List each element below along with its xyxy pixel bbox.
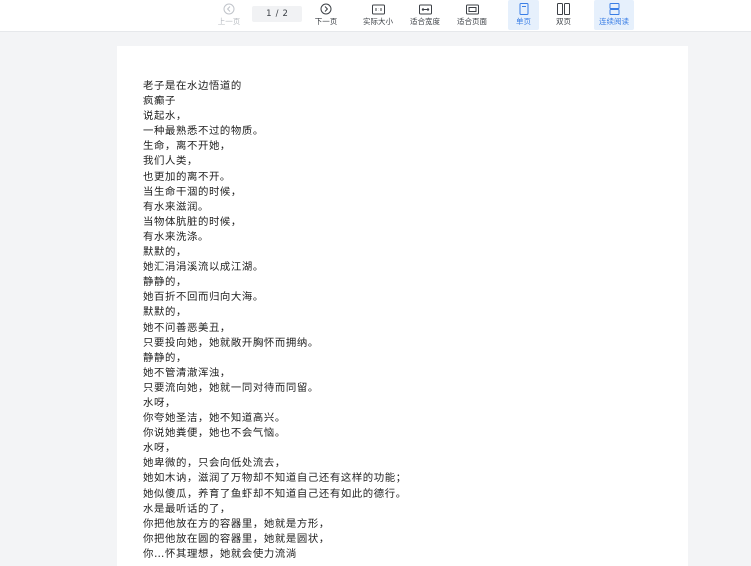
- next-page-button[interactable]: 下一页: [310, 0, 342, 30]
- continuous-reading-label: 连续阅读: [599, 17, 629, 26]
- text-line: 说起水，: [143, 110, 187, 123]
- one-to-one-icon: [371, 2, 385, 16]
- actual-size-label: 实际大小: [363, 17, 393, 26]
- text-line: 当物体肮脏的时候，: [143, 215, 242, 228]
- fit-page-button[interactable]: 适合页面: [452, 0, 492, 30]
- text-line: 她似傻瓜，养育了鱼虾却不知道自己还有如此的德行。: [143, 487, 407, 500]
- single-page-icon: [517, 2, 531, 16]
- continuous-reading-button[interactable]: 连续阅读: [594, 0, 634, 30]
- text-line: 疯癫子: [143, 95, 176, 108]
- fit-width-icon: [418, 2, 432, 16]
- text-line: 你…怀其理想，她就会使力流淌: [143, 547, 297, 560]
- text-line: 她汇涓涓溪流以成江湖。: [143, 261, 264, 274]
- text-line: 一种最熟悉不过的物质。: [143, 125, 264, 138]
- text-line: 水呀，: [143, 442, 176, 455]
- double-page-label: 双页: [556, 17, 571, 26]
- page-separator: /: [275, 9, 279, 19]
- text-line: 静静的，: [143, 351, 187, 364]
- double-page-icon: [557, 2, 571, 16]
- page-current: 1: [266, 9, 272, 19]
- fit-page-label: 适合页面: [457, 17, 487, 26]
- toolbar: 上一页 1 / 2 下一页 实际大小 适合宽度 适合页面 单页 双页 连续阅读: [0, 0, 751, 32]
- text-line: 她不问善恶美丑，: [143, 321, 231, 334]
- document-page: 老子是在水边悟道的 疯癫子说起水， 一种最熟悉不过的物质。 生命，离不开她， 我们人类，…: [117, 46, 688, 566]
- text-line: 她不管清澈浑浊，: [143, 366, 231, 379]
- page-indicator[interactable]: 1 / 2: [252, 6, 302, 22]
- text-line: 水呀，: [143, 396, 176, 409]
- text-line: 也更加的离不开。: [143, 170, 231, 183]
- actual-size-button[interactable]: 实际大小: [358, 0, 398, 30]
- text-line: 默默的，: [143, 306, 187, 319]
- chevron-left-circle-icon: [222, 2, 236, 16]
- single-page-label: 单页: [516, 17, 531, 26]
- text-line: 你夸她圣洁，她不知道高兴。: [143, 412, 286, 425]
- text-line: 有水来洗涤。: [143, 230, 209, 243]
- prev-page-label: 上一页: [217, 17, 241, 26]
- text-line: 你把他放在方的容器里，她就是方形，: [143, 517, 330, 530]
- text-line: 只要投向她，她就敞开胸怀而拥纳。: [143, 336, 319, 349]
- document-text: 老子是在水边悟道的 疯癫子说起水， 一种最熟悉不过的物质。 生命，离不开她， 我们人类，…: [143, 79, 407, 562]
- continuous-scroll-icon: [607, 2, 621, 16]
- text-line: 静静的，: [143, 276, 187, 289]
- text-line: 她如木讷，滋润了万物却不知道自己还有这样的功能；: [143, 472, 407, 485]
- text-line: 你说她粪便，她也不会气恼。: [143, 427, 286, 440]
- text-line: 生命，离不开她，: [143, 140, 231, 153]
- text-line: 你把他放在圆的容器里，她就是圆状，: [143, 532, 330, 545]
- text-line: 我们人类，: [143, 155, 198, 168]
- next-page-label: 下一页: [314, 17, 338, 26]
- single-page-button[interactable]: 单页: [508, 0, 539, 30]
- page-total: 2: [282, 9, 288, 19]
- fit-page-icon: [465, 2, 479, 16]
- text-line: 当生命干涸的时候，: [143, 185, 242, 198]
- text-line: 她卑微的，只会向低处流去，: [143, 457, 286, 470]
- text-line: 有水来滋润。: [143, 200, 209, 213]
- fit-width-button[interactable]: 适合宽度: [405, 0, 445, 30]
- text-line: 默默的，: [143, 246, 187, 259]
- fit-width-label: 适合宽度: [410, 17, 440, 26]
- text-line: 水是最听话的了，: [143, 502, 231, 515]
- text-line: 只要流向她，她就一同对待而同留。: [143, 381, 319, 394]
- text-line: 她百折不回而归向大海。: [143, 291, 264, 304]
- prev-page-button[interactable]: 上一页: [213, 0, 245, 30]
- text-line: 老子是在水边悟道的: [143, 80, 242, 92]
- double-page-button[interactable]: 双页: [548, 0, 579, 30]
- chevron-right-circle-icon: [319, 2, 333, 16]
